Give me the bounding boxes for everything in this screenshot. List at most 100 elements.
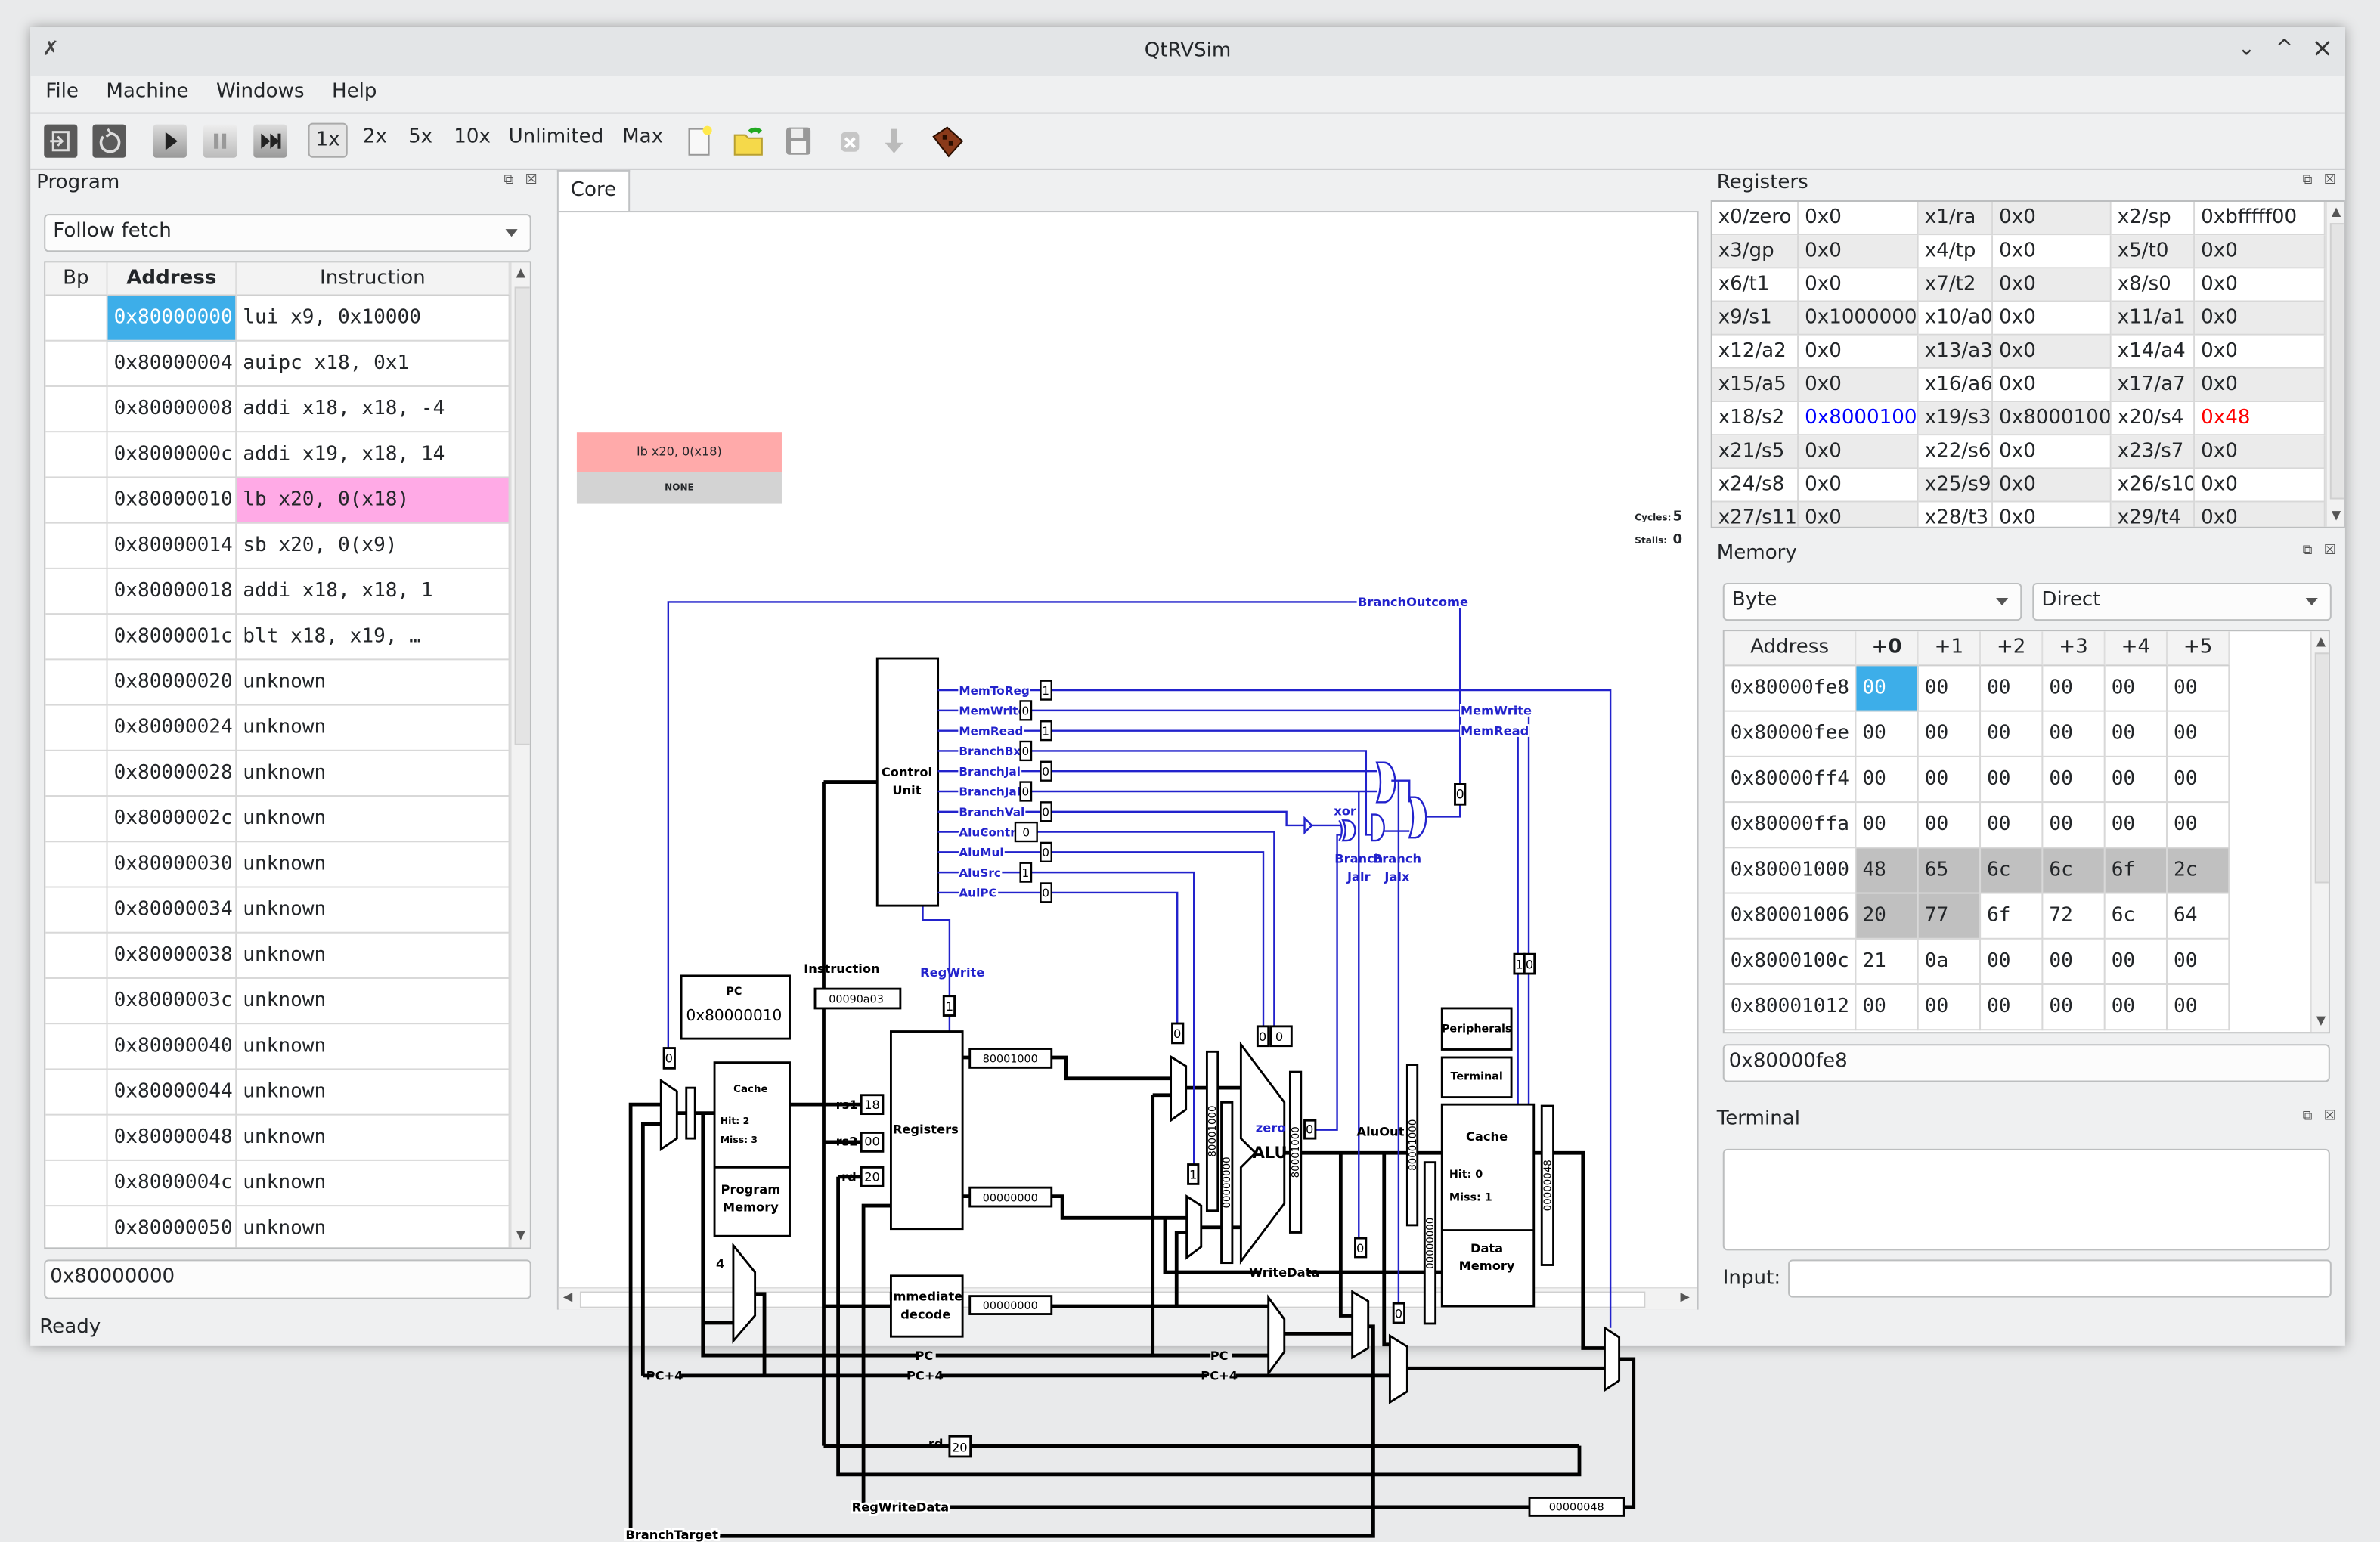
breakpoint-cell[interactable] [45, 568, 108, 615]
pause-icon[interactable] [203, 124, 237, 158]
memory-byte-cell[interactable]: 00 [1981, 803, 2044, 849]
register-value[interactable]: 0x80001000 [1799, 402, 1919, 436]
register-value[interactable]: 0x0 [1993, 302, 2112, 336]
table-row[interactable]: 0x80000014 sb x20, 0(x9) [45, 523, 510, 569]
scroll-up-icon[interactable]: ▲ [2332, 205, 2341, 218]
memory-byte-cell[interactable]: 00 [1856, 984, 1919, 1031]
register-value[interactable]: 0x0 [2195, 469, 2326, 503]
register-value[interactable]: 0x0 [1993, 435, 2112, 469]
memory-byte-cell[interactable]: 00 [2105, 757, 2168, 804]
register-value[interactable]: 0x0 [1799, 368, 1919, 403]
step-icon[interactable] [253, 124, 287, 158]
memory-byte-cell[interactable]: 2c [2167, 848, 2230, 894]
open-icon[interactable] [732, 125, 765, 158]
terminal-output[interactable] [1722, 1148, 2330, 1251]
reset-icon[interactable] [44, 124, 78, 158]
memory-byte-cell[interactable]: 00 [2105, 666, 2168, 712]
memory-byte-cell[interactable]: 6f [1981, 893, 2044, 940]
register-value[interactable]: 0x0 [2195, 302, 2326, 336]
memory-byte-cell[interactable]: 65 [1918, 848, 1982, 894]
memory-byte-cell[interactable]: 00 [1856, 757, 1919, 804]
program-scrollbar[interactable]: ▲ ▼ [510, 262, 530, 1248]
memory-byte-cell[interactable]: 21 [1856, 939, 1919, 985]
register-value[interactable]: 0x0 [1799, 202, 1919, 236]
register-value[interactable]: 0x0 [1993, 469, 2112, 503]
breakpoint-cell[interactable] [45, 1024, 108, 1070]
speed-5x-button[interactable]: 5x [408, 126, 432, 149]
table-row[interactable]: 0x80000034 unknown [45, 887, 510, 934]
memory-column-header[interactable]: +2 [1981, 631, 2044, 667]
breakpoint-cell[interactable] [45, 1206, 108, 1248]
register-value[interactable]: 0x0 [2195, 368, 2326, 403]
register-value[interactable]: 0x0 [1799, 235, 1919, 269]
memory-column-header[interactable]: Address [1724, 631, 1857, 667]
register-value[interactable]: 0x0 [1799, 268, 1919, 302]
memory-access-select[interactable]: Direct [2032, 582, 2332, 621]
table-row[interactable]: 0x80000048 unknown [45, 1115, 510, 1161]
breakpoint-cell[interactable] [45, 842, 108, 888]
breakpoint-cell[interactable] [45, 1070, 108, 1116]
scroll-up-icon[interactable]: ▲ [516, 265, 525, 279]
memory-scrollbar[interactable]: ▲ ▼ [2310, 631, 2329, 1033]
compile-icon[interactable] [877, 125, 910, 158]
memory-byte-cell[interactable]: 00 [2167, 666, 2230, 712]
table-row[interactable]: 0x80000010 lb x20, 0(x18) [45, 478, 510, 524]
program-address-input[interactable]: 0x80000000 [44, 1259, 531, 1299]
terminal-dock-float-icon[interactable]: ⧉ [2303, 1110, 2313, 1125]
memory-byte-cell[interactable]: 00 [2167, 939, 2230, 985]
registers-dock-float-icon[interactable]: ⧉ [2303, 173, 2313, 188]
save-icon[interactable] [782, 125, 815, 158]
memory-byte-cell[interactable]: 48 [1856, 848, 1919, 894]
table-row[interactable]: 0x80000008 addi x18, x18, -4 [45, 386, 510, 433]
scroll-down-icon[interactable]: ▼ [2332, 509, 2341, 522]
close-button[interactable]: × [2309, 33, 2336, 63]
memory-byte-cell[interactable]: 00 [1918, 757, 1982, 804]
register-value[interactable]: 0x0 [1799, 469, 1919, 503]
registers-dock-close-icon[interactable]: ☒ [2324, 173, 2336, 188]
scroll-down-icon[interactable]: ▼ [2316, 1014, 2326, 1027]
memory-address-input[interactable]: 0x80000fe8 [1722, 1044, 2330, 1082]
breakpoint-cell[interactable] [45, 432, 108, 478]
table-row[interactable]: 0x80000038 unknown [45, 933, 510, 979]
scroll-thumb[interactable] [514, 286, 530, 745]
terminal-input[interactable] [1788, 1259, 2332, 1298]
memory-byte-cell[interactable]: 00 [1918, 984, 1982, 1031]
memory-byte-cell[interactable]: 6c [1981, 848, 2044, 894]
build-icon[interactable] [931, 125, 964, 158]
register-value[interactable]: 0x0 [1993, 335, 2112, 369]
memory-byte-cell[interactable]: 64 [2167, 893, 2230, 940]
breakpoint-cell[interactable] [45, 386, 108, 433]
breakpoint-cell[interactable] [45, 660, 108, 706]
memory-byte-cell[interactable]: 00 [2043, 711, 2106, 757]
menu-machine[interactable]: Machine [106, 76, 188, 109]
table-row[interactable]: 0x80000024 unknown [45, 705, 510, 751]
column-bp[interactable]: Bp [45, 262, 108, 296]
memory-byte-cell[interactable]: 00 [2105, 939, 2168, 985]
memory-byte-cell[interactable]: 00 [1981, 757, 2044, 804]
memory-byte-cell[interactable]: 72 [2043, 893, 2106, 940]
breakpoint-cell[interactable] [45, 1115, 108, 1161]
breakpoint-cell[interactable] [45, 341, 108, 387]
scroll-down-icon[interactable]: ▼ [516, 1228, 525, 1241]
reload-icon[interactable] [92, 124, 126, 158]
column-instruction[interactable]: Instruction [237, 262, 510, 296]
program-dock-float-icon[interactable]: ⧉ [504, 173, 514, 188]
memory-byte-cell[interactable]: 00 [2043, 984, 2106, 1031]
table-row[interactable]: 0x8000002c unknown [45, 797, 510, 843]
menu-windows[interactable]: Windows [216, 76, 305, 109]
memory-column-header[interactable]: +1 [1918, 631, 1982, 667]
register-value[interactable]: 0x0 [1993, 202, 2112, 236]
memory-byte-cell[interactable]: 00 [2167, 984, 2230, 1031]
table-row[interactable]: 0x80000050 unknown [45, 1206, 510, 1248]
memory-dock-float-icon[interactable]: ⧉ [2303, 543, 2313, 559]
register-value[interactable]: 0xbfffff00 [2195, 202, 2326, 236]
memory-byte-cell[interactable]: 00 [2043, 939, 2106, 985]
memory-byte-cell[interactable]: 00 [2167, 803, 2230, 849]
minimize-button[interactable]: ⌄ [2233, 36, 2260, 60]
breakpoint-cell[interactable] [45, 797, 108, 843]
table-row[interactable]: 0x8000003c unknown [45, 978, 510, 1025]
table-row[interactable]: 0x80000020 unknown [45, 660, 510, 706]
memory-byte-cell[interactable]: 6f [2105, 848, 2168, 894]
scroll-up-icon[interactable]: ▲ [2316, 634, 2326, 648]
breakpoint-cell[interactable] [45, 887, 108, 934]
